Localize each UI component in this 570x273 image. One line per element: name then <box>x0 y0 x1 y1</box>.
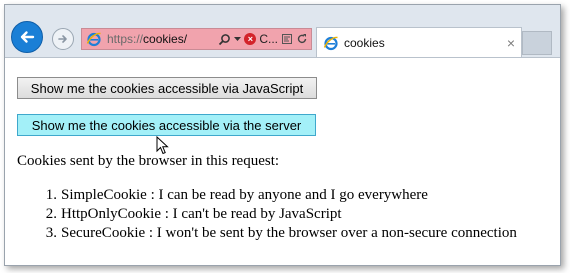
new-tab-button[interactable] <box>522 31 552 55</box>
list-item-text: SecureCookie : I won't be sent by the br… <box>61 225 517 241</box>
list-item-text: HttpOnlyCookie : I can't be read by Java… <box>61 206 342 222</box>
address-url[interactable]: https://cookies/ <box>107 32 187 46</box>
browser-window: https://cookies/ × C... cookies × Show m… <box>4 4 561 266</box>
address-tools: × C... <box>218 32 311 46</box>
chevron-down-icon <box>234 36 242 41</box>
list-item: 2. HttpOnlyCookie : I can't be read by Ja… <box>17 205 517 224</box>
address-host: cookies/ <box>143 32 188 46</box>
list-item-text: SimpleCookie : I can be read by anyone a… <box>61 187 428 203</box>
list-item-number: 3. <box>45 225 57 241</box>
internet-explorer-icon <box>86 32 101 47</box>
address-bar[interactable]: https://cookies/ × C... <box>81 28 312 50</box>
search-icon <box>219 33 231 45</box>
list-item-number: 2. <box>45 206 57 222</box>
show-server-cookies-button[interactable]: Show me the cookies accessible via the s… <box>17 114 316 136</box>
address-protocol: https:// <box>107 32 144 46</box>
search-dropdown[interactable] <box>234 36 242 42</box>
search-button[interactable] <box>218 33 231 46</box>
tab-internet-explorer-icon <box>323 36 338 50</box>
close-tab-icon[interactable]: × <box>507 35 515 51</box>
list-item: 3. SecureCookie : I won't be sent by the … <box>17 224 517 243</box>
show-js-cookies-button[interactable]: Show me the cookies accessible via JavaS… <box>17 77 317 99</box>
certificate-error-label[interactable]: C... <box>259 32 278 46</box>
back-button[interactable] <box>11 21 43 53</box>
certificate-error-icon[interactable]: × <box>244 33 257 45</box>
compatibility-button[interactable] <box>281 33 293 45</box>
back-arrow-icon <box>20 31 35 43</box>
forward-button[interactable] <box>52 28 74 50</box>
refresh-icon <box>297 34 307 43</box>
cookie-list: 1. SimpleCookie : I can be read by anyone… <box>17 186 517 243</box>
forward-arrow-icon <box>58 35 67 43</box>
cookies-intro-text: Cookies sent by the browser in this requ… <box>17 153 280 169</box>
list-item-number: 1. <box>45 187 57 203</box>
tab-title: cookies <box>344 35 385 50</box>
page-content: Show me the cookies accessible via JavaS… <box>5 57 560 265</box>
browser-tab[interactable]: cookies × <box>316 27 522 57</box>
compatibility-view-icon <box>282 34 292 44</box>
refresh-button[interactable] <box>296 33 308 45</box>
list-item: 1. SimpleCookie : I can be read by anyone… <box>17 186 517 205</box>
browser-toolbar: https://cookies/ × C... cookies × <box>5 5 560 57</box>
